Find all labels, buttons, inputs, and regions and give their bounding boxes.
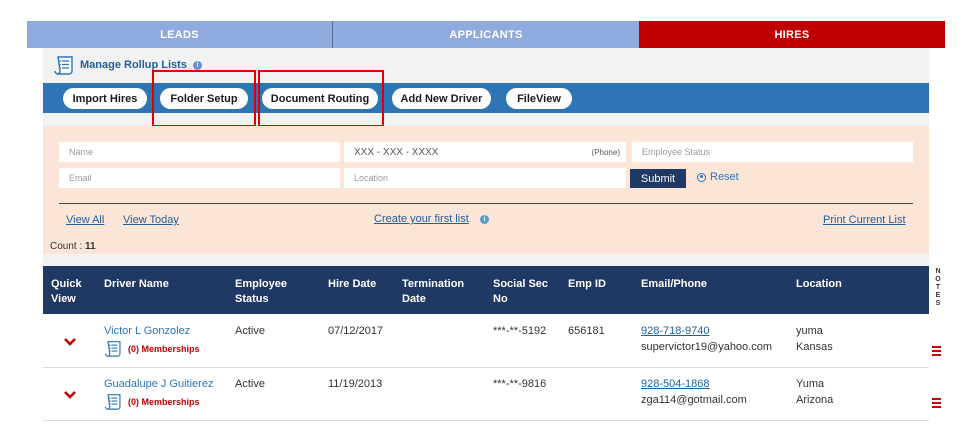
hire-date: 07/12/2017 <box>328 325 384 337</box>
col-location[interactable]: Location <box>796 277 842 292</box>
col-driver-name[interactable]: Driver Name <box>104 277 169 292</box>
employee-status-select[interactable]: Employee Status <box>632 142 913 162</box>
driver-name-link[interactable]: Victor L Gonzolez <box>104 325 190 337</box>
location-state: Kansas <box>796 341 833 353</box>
notes-menu-icon[interactable] <box>932 398 941 410</box>
table-row[interactable] <box>43 421 929 433</box>
col-quick-view[interactable]: Quick View <box>51 277 82 307</box>
location-city: Yuma <box>796 378 825 390</box>
col-employee-status[interactable]: Employee Status <box>235 277 287 307</box>
create-list-info-icon[interactable]: i <box>480 215 489 224</box>
filter-divider <box>59 203 913 204</box>
col-email-phone[interactable]: Email/Phone <box>641 277 707 292</box>
tab-applicants[interactable]: APPLICANTS <box>333 21 639 48</box>
submit-button[interactable]: Submit <box>630 169 686 188</box>
highlight-document-routing <box>258 70 384 127</box>
phone-value: XXX - XXX - XXXX <box>354 146 439 158</box>
memberships-link[interactable]: (0) Memberships <box>104 393 200 410</box>
list-icon <box>104 394 121 410</box>
info-icon[interactable]: i <box>192 60 202 70</box>
count-value: 11 <box>85 241 96 252</box>
phone-field[interactable]: XXX - XXX - XXXX (Phone) <box>344 142 626 162</box>
count-label: Count : <box>50 241 86 252</box>
add-new-driver-button[interactable]: Add New Driver <box>392 88 491 109</box>
employee-status: Active <box>235 325 265 337</box>
hiring-tabs: LEADS APPLICANTS HIRES <box>27 21 945 56</box>
record-count: Count : 11 <box>50 241 96 252</box>
employee-status: Active <box>235 378 265 390</box>
col-hire-date[interactable]: Hire Date <box>328 277 376 292</box>
view-all-link[interactable]: View All <box>66 214 104 226</box>
ssn: ***-**-9816 <box>493 378 547 390</box>
memberships-link[interactable]: (0) Memberships <box>104 340 200 357</box>
phone-link[interactable]: 928-718-9740 <box>641 325 710 337</box>
chevron-down-icon[interactable] <box>63 337 77 347</box>
col-ssn[interactable]: Social Sec No <box>493 277 548 307</box>
view-today-link[interactable]: View Today <box>123 214 179 226</box>
driver-name-link[interactable]: Guadalupe J Guitierez <box>104 378 213 390</box>
col-emp-id[interactable]: Emp ID <box>568 277 606 292</box>
radio-icon <box>697 172 706 182</box>
col-termination-date[interactable]: Termination Date <box>402 277 464 307</box>
notes-side-label[interactable]: NOTES <box>935 268 941 308</box>
memberships-label: (0) Memberships <box>128 396 200 407</box>
email-text: supervictor19@yahoo.com <box>641 341 773 353</box>
name-field[interactable]: Name <box>59 142 340 162</box>
location-city: yuma <box>796 325 823 337</box>
import-hires-button[interactable]: Import Hires <box>63 88 147 109</box>
tab-hires[interactable]: HIRES <box>639 21 945 56</box>
print-current-list-link[interactable]: Print Current List <box>823 214 906 226</box>
highlight-folder-setup <box>152 70 256 127</box>
email-field[interactable]: Email <box>59 168 340 188</box>
reset-label: Reset <box>710 171 739 183</box>
reset-button[interactable]: Reset <box>697 171 739 183</box>
tab-leads[interactable]: LEADS <box>27 21 333 48</box>
notes-menu-icon[interactable] <box>932 346 941 358</box>
hire-date: 11/19/2013 <box>328 378 383 390</box>
list-icon <box>104 341 121 357</box>
fileview-button[interactable]: FileView <box>506 88 572 109</box>
chevron-down-icon[interactable] <box>63 390 77 400</box>
phone-link[interactable]: 928-504-1868 <box>641 378 710 390</box>
memberships-label: (0) Memberships <box>128 343 200 354</box>
location-state: Arizona <box>796 394 834 406</box>
emp-id: 656181 <box>568 325 605 337</box>
create-list-link[interactable]: Create your first list <box>374 213 469 225</box>
email-text: zga114@gotmail.com <box>641 394 747 406</box>
list-icon <box>54 56 73 75</box>
ssn: ***-**-5192 <box>493 325 547 337</box>
location-field[interactable]: Location <box>344 168 626 188</box>
phone-tag: (Phone) <box>591 147 620 157</box>
